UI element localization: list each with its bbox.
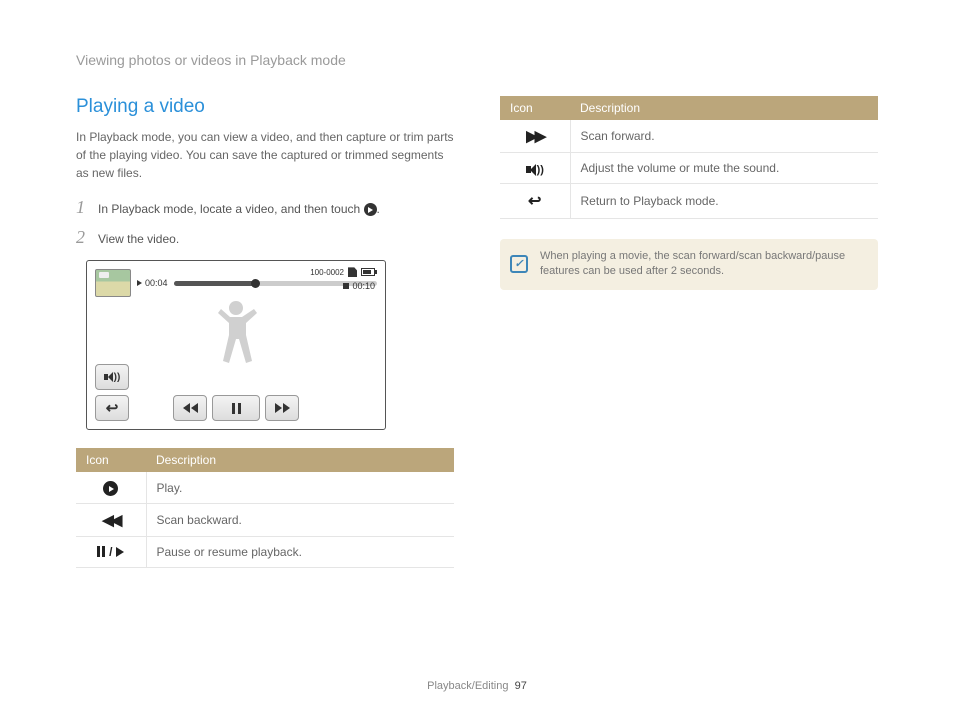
play-circle-icon [364, 203, 377, 216]
th-desc: Description [146, 448, 454, 472]
th-icon: Icon [76, 448, 146, 472]
elapsed-time: 00:04 [137, 278, 168, 288]
battery-icon [361, 268, 375, 276]
play-icon [103, 481, 118, 496]
pause-play-icon: / [97, 545, 124, 559]
note-box: ✓ When playing a movie, the scan forward… [500, 239, 878, 290]
step-2-text: View the video. [98, 232, 179, 246]
return-button[interactable]: ↩ [95, 395, 129, 421]
file-counter: 100-0002 [310, 268, 344, 277]
footer-section: Playback/Editing [427, 680, 508, 692]
forward-button[interactable] [265, 395, 299, 421]
icon-table-left: Icon Description Play. ◀◀ Scan backward.… [76, 448, 454, 568]
duration-time: 00:10 [352, 281, 375, 291]
table-row: ◀◀ Scan backward. [76, 504, 454, 537]
table-row: ↩ Return to Playback mode. [500, 184, 878, 219]
thumbnail-icon [95, 269, 131, 297]
sound-icon: )) [526, 164, 544, 176]
table-row: )) Adjust the volume or mute the sound. [500, 153, 878, 184]
step-1-after: . [377, 202, 380, 216]
desc-cell: Pause or resume playback. [146, 537, 454, 568]
desc-cell: Return to Playback mode. [570, 184, 878, 219]
table-row: Play. [76, 472, 454, 503]
desc-cell: Adjust the volume or mute the sound. [570, 153, 878, 184]
rewind-button[interactable] [173, 395, 207, 421]
forward-icon: ▶▶ [526, 128, 543, 145]
step-1-text: In Playback mode, locate a video, and th… [98, 202, 364, 216]
footer-page-number: 97 [515, 680, 527, 692]
th-desc: Description [570, 96, 878, 120]
pause-button[interactable] [212, 395, 260, 421]
th-icon: Icon [500, 96, 570, 120]
step-2: 2 View the video. [76, 228, 454, 246]
page-header: Viewing photos or videos in Playback mod… [76, 52, 878, 68]
desc-cell: Scan backward. [146, 504, 454, 537]
note-icon: ✓ [510, 255, 528, 273]
sdcard-icon [348, 267, 357, 277]
section-title: Playing a video [76, 96, 454, 118]
desc-cell: Play. [146, 472, 454, 503]
table-row: / Pause or resume playback. [76, 537, 454, 568]
desc-cell: Scan forward. [570, 120, 878, 153]
intro-text: In Playback mode, you can view a video, … [76, 128, 454, 182]
icon-table-right: Icon Description ▶▶ Scan forward. )) Adj… [500, 96, 878, 219]
person-silhouette-icon [208, 301, 264, 393]
video-player-screenshot: 00:04 100-0002 00:10 [86, 260, 386, 430]
rewind-icon: ◀◀ [102, 512, 119, 529]
volume-button[interactable]: )) [95, 364, 129, 390]
note-text: When playing a movie, the scan forward/s… [540, 250, 845, 277]
page-footer: Playback/Editing 97 [0, 680, 954, 692]
table-row: ▶▶ Scan forward. [500, 120, 878, 153]
step-1-number: 1 [76, 198, 90, 216]
return-icon: ↩ [528, 193, 541, 210]
step-2-number: 2 [76, 228, 90, 246]
stop-icon [343, 283, 349, 289]
step-1: 1 In Playback mode, locate a video, and … [76, 198, 454, 216]
